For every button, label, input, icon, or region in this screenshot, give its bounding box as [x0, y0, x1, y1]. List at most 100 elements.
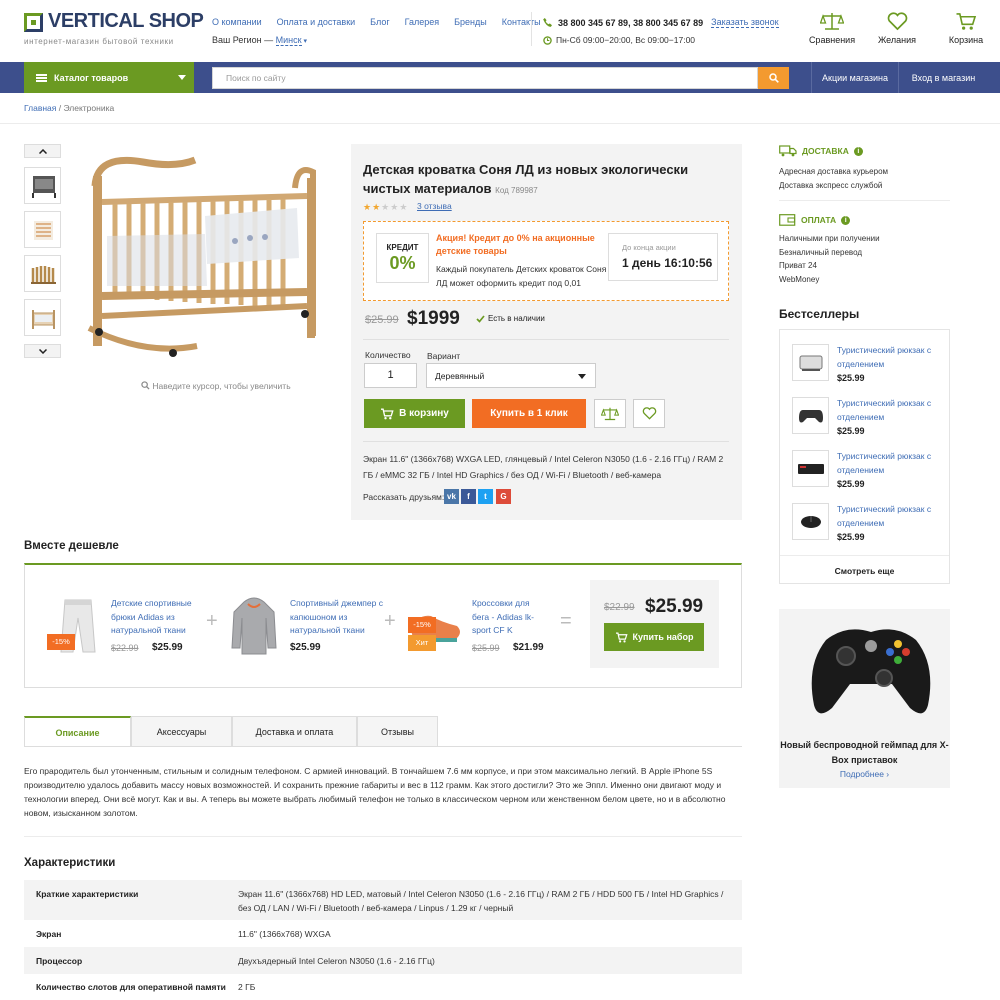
- logo-subtitle: интернет-магазин бытовой техники: [24, 37, 174, 46]
- nav-link-contacts[interactable]: Контакты: [502, 17, 541, 27]
- description-text: Его прародитель был утонченным, стильным…: [24, 766, 726, 818]
- promo-title[interactable]: Акция! Кредит до 0% на акционные детские…: [436, 232, 601, 258]
- bestsellers-title: Бестселлеры: [779, 307, 860, 321]
- gallery-thumbnail[interactable]: [24, 167, 61, 204]
- bestseller-price: $25.99: [837, 479, 865, 489]
- gallery-up-button[interactable]: [24, 144, 61, 158]
- compare-button[interactable]: Сравнения: [809, 12, 855, 45]
- tab-reviews[interactable]: Отзывы: [357, 716, 438, 747]
- gallery-thumbnail[interactable]: [24, 255, 61, 292]
- plus-icon: +: [384, 610, 396, 632]
- promo-more-link[interactable]: Подробнее ›: [779, 769, 950, 779]
- nav-link-gallery[interactable]: Галерея: [405, 17, 440, 27]
- delivery-item: Доставка экспресс службой: [779, 180, 883, 190]
- gallery-thumbnail[interactable]: [24, 211, 61, 248]
- characteristic-value: 2 ГБ: [238, 982, 256, 992]
- chevron-down-icon: [578, 374, 586, 379]
- phone-numbers[interactable]: 38 800 345 67 89, 38 800 345 67 89: [558, 18, 703, 28]
- buy-bundle-button[interactable]: Купить набор: [604, 623, 704, 651]
- variant-value: Деревянный: [435, 371, 485, 381]
- payment-title: ОПЛАТА: [801, 215, 837, 225]
- gallery-thumbnail[interactable]: [24, 299, 61, 336]
- bestseller-item[interactable]: Туристический рюкзак с отделением $25.99: [792, 397, 937, 436]
- credit-value: 0%: [389, 253, 416, 273]
- crib-thumbnail-image: [34, 221, 53, 240]
- see-more-link[interactable]: Смотреть еще: [779, 566, 950, 576]
- rating-stars[interactable]: ★ ★ ★ ★ ★: [363, 202, 407, 213]
- catalog-label: Каталог товаров: [54, 72, 129, 83]
- clock-icon: [543, 35, 552, 45]
- info-icon[interactable]: i: [841, 215, 851, 225]
- breadcrumb-home[interactable]: Главная: [24, 103, 56, 113]
- cart-button[interactable]: Корзина: [946, 12, 986, 45]
- logo-text[interactable]: VERTICAL SHOP: [48, 10, 204, 33]
- bestseller-item[interactable]: Туристический рюкзак с отделением $25.99: [792, 344, 937, 383]
- cart-icon: [615, 631, 628, 642]
- characteristic-value: Экран 11.6" (1366x768) HD LED, матовый /…: [238, 889, 724, 913]
- payment-list: Наличными при получении Безналичный пере…: [779, 232, 880, 286]
- bundle-item-name[interactable]: Кроссовки для бега - Adidas lk-sport CF …: [472, 597, 547, 638]
- tab-description[interactable]: Описание: [24, 716, 131, 747]
- variant-label: Вариант: [427, 351, 461, 361]
- working-hours: Пн-Сб 09:00−20:00, Вс 09:00−17:00: [543, 35, 695, 45]
- buy-one-click-button[interactable]: Купить в 1 клик: [472, 399, 586, 428]
- divider: [363, 339, 729, 340]
- bestseller-name[interactable]: Туристический рюкзак с отделением: [837, 344, 937, 371]
- variant-select[interactable]: Деревянный: [426, 363, 596, 388]
- jumper-image[interactable]: [230, 594, 278, 656]
- bestseller-name[interactable]: Туристический рюкзак с отделением: [837, 397, 937, 424]
- chevron-down-icon: ▾: [301, 38, 308, 45]
- nav-link-about[interactable]: О компании: [212, 17, 262, 27]
- top-nav: О компании Оплата и доставки Блог Галере…: [212, 17, 541, 27]
- add-to-compare-button[interactable]: [594, 399, 626, 428]
- logo-mark-icon[interactable]: [24, 13, 43, 32]
- search-input[interactable]: Поиск по сайту: [212, 67, 758, 89]
- payment-item: Безналичный перевод: [779, 247, 863, 257]
- twitter-share-icon[interactable]: t: [478, 489, 493, 504]
- google-share-icon[interactable]: G: [496, 489, 511, 504]
- star-icon: ★: [363, 202, 372, 212]
- bestseller-name[interactable]: Туристический рюкзак с отделением: [837, 503, 937, 530]
- nav-login-link[interactable]: Вход в магазин: [898, 62, 988, 93]
- characteristic-key: Процессор: [36, 956, 83, 966]
- magnifier-icon: [141, 381, 150, 390]
- product-code: Код 789987: [495, 186, 538, 195]
- nav-promotions-link[interactable]: Акции магазина: [811, 62, 898, 93]
- facebook-share-icon[interactable]: f: [461, 489, 476, 504]
- wishlist-button[interactable]: Желания: [877, 12, 917, 45]
- bundle-item-price: $21.99: [513, 642, 544, 653]
- timer-label: До конца акции: [622, 243, 676, 252]
- region-city-dropdown[interactable]: Минск: [275, 35, 302, 46]
- add-to-wishlist-button[interactable]: [633, 399, 665, 428]
- info-icon[interactable]: i: [853, 146, 863, 156]
- divider: [363, 441, 729, 442]
- bundle-item-name[interactable]: Детские спортивные брюки Adidas из натур…: [111, 597, 201, 638]
- discount-badge: -15%: [47, 634, 75, 650]
- nav-link-blog[interactable]: Блог: [370, 17, 389, 27]
- tab-delivery[interactable]: Доставка и оплата: [232, 716, 357, 747]
- bestseller-item[interactable]: Туристический рюкзак с отделением $25.99: [792, 503, 937, 542]
- bundle-item-old-price: $25.99: [472, 643, 500, 653]
- bundle-item-name[interactable]: Спортивный джемпер с капюшоном из натура…: [290, 597, 385, 638]
- nav-link-brands[interactable]: Бренды: [454, 17, 487, 27]
- nav-link-payment[interactable]: Оплата и доставки: [277, 17, 356, 27]
- tab-accessories[interactable]: Аксессуары: [131, 716, 232, 747]
- keyboard-icon: [792, 450, 829, 487]
- reviews-link[interactable]: 3 отзыва: [417, 201, 452, 211]
- buy-bundle-label: Купить набор: [632, 632, 694, 642]
- search-button[interactable]: [758, 67, 789, 89]
- catalog-menu-button[interactable]: Каталог товаров: [24, 62, 194, 93]
- bestseller-name[interactable]: Туристический рюкзак с отделением: [837, 450, 937, 477]
- gallery-down-button[interactable]: [24, 344, 61, 358]
- credit-badge: КРЕДИТ 0%: [376, 233, 429, 283]
- breadcrumb: Главная / Электроника: [24, 103, 114, 113]
- callback-link[interactable]: Заказать звонок: [711, 17, 779, 28]
- vk-share-icon[interactable]: vk: [444, 489, 459, 504]
- add-to-cart-button[interactable]: В корзину: [364, 399, 465, 428]
- characteristic-key: Краткие характеристики: [36, 889, 139, 899]
- bestseller-item[interactable]: Туристический рюкзак с отделением $25.99: [792, 450, 937, 489]
- product-main-image[interactable]: [85, 146, 330, 366]
- quantity-input[interactable]: 1: [364, 363, 417, 388]
- hit-badge: Хит: [408, 635, 436, 651]
- gamepad-icon: [792, 397, 829, 434]
